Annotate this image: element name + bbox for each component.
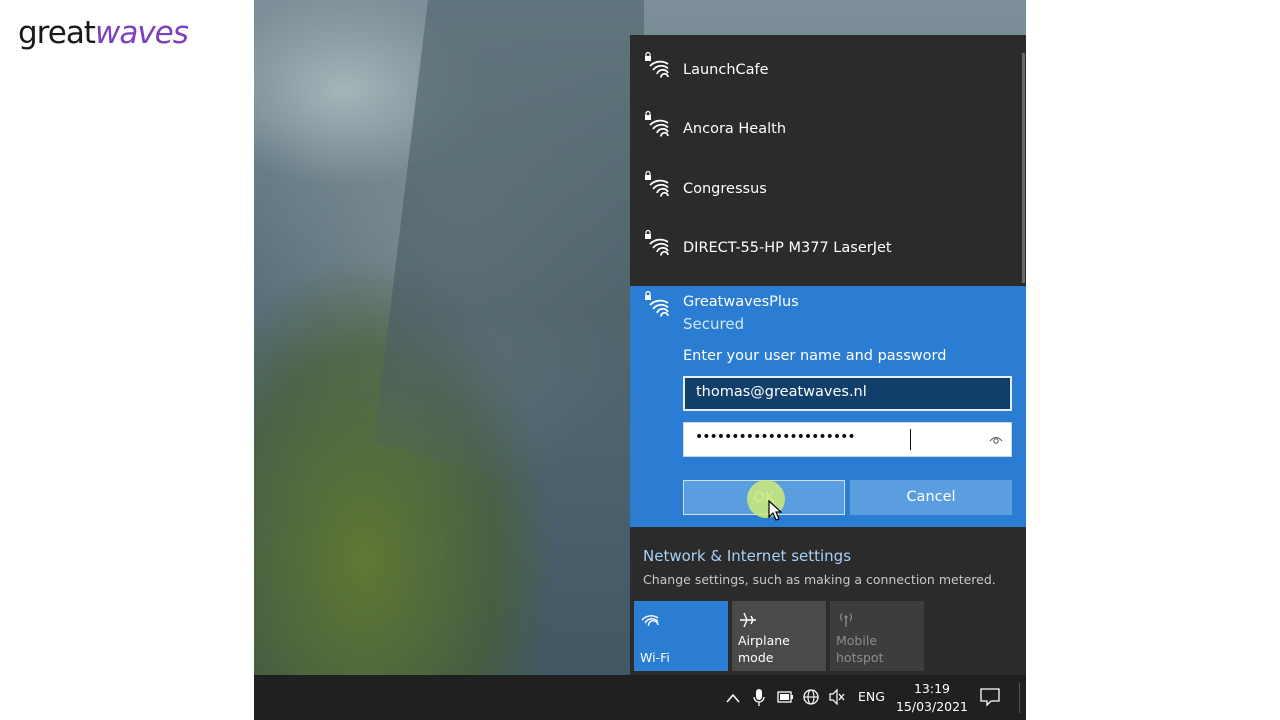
username-value: thomas@greatwaves.nl (696, 384, 867, 400)
taskbar: ENG 13:19 15/03/2021 (254, 675, 1026, 720)
password-value: •••••••••••••••••••••• (695, 429, 856, 445)
network-status: Secured (683, 315, 745, 333)
wifi-secured-icon (645, 52, 669, 78)
network-settings-link[interactable]: Network & Internet settings (643, 547, 851, 565)
network-name: DIRECT-55-HP M377 LaserJet (683, 240, 892, 256)
volume-muted-icon[interactable] (828, 675, 846, 720)
network-name: Congressus (683, 181, 767, 197)
network-settings-subtitle: Change settings, such as making a connec… (643, 572, 996, 587)
brand-logo-part1: great (18, 15, 96, 51)
wifi-secured-icon (645, 291, 669, 317)
wifi-secured-icon (645, 171, 669, 197)
wallpaper-cliff (374, 0, 644, 520)
quick-action-mobile-hotspot[interactable]: Mobile hotspot (830, 601, 924, 671)
network-item-direct-hp-laserjet[interactable]: DIRECT-55-HP M377 LaserJet (630, 213, 1022, 272)
reveal-password-icon[interactable] (989, 434, 1003, 446)
screen: greatwaves LaunchCafe Ancora Health Cong… (0, 0, 1280, 720)
password-field[interactable]: •••••••••••••••••••••• (683, 422, 1012, 457)
airplane-icon (740, 612, 756, 628)
network-globe-icon[interactable] (802, 675, 820, 720)
text-caret (910, 429, 911, 450)
network-name: LaunchCafe (683, 62, 769, 78)
wifi-flyout: LaunchCafe Ancora Health Congressus DIRE… (630, 35, 1026, 675)
system-clock[interactable]: 13:19 15/03/2021 (894, 680, 970, 716)
network-item-ancora-health[interactable]: Ancora Health (630, 94, 1022, 153)
cancel-button-label: Cancel (906, 489, 956, 505)
wifi-icon (641, 615, 659, 627)
notification-icon[interactable] (980, 687, 1000, 711)
brand-logo: greatwaves (18, 14, 189, 52)
wifi-secured-icon (645, 111, 669, 137)
quick-action-wifi[interactable]: Wi-Fi (634, 601, 728, 671)
chevron-up-icon[interactable] (724, 675, 742, 720)
quick-action-label: Airplane mode (738, 633, 790, 665)
username-field[interactable]: thomas@greatwaves.nl (683, 376, 1012, 411)
network-name: Ancora Health (683, 121, 787, 137)
network-item-launchcafe[interactable]: LaunchCafe (630, 35, 1022, 94)
network-item-greatwavesplus-selected[interactable]: GreatwavesPlus Secured Enter your user n… (630, 286, 1026, 527)
microphone-icon[interactable] (751, 675, 767, 720)
quick-action-label: Wi-Fi (640, 650, 670, 665)
network-name: GreatwavesPlus (683, 294, 799, 310)
wifi-secured-icon (645, 230, 669, 256)
language-indicator[interactable]: ENG (858, 689, 885, 704)
cancel-button[interactable]: Cancel (850, 480, 1012, 515)
credentials-prompt: Enter your user name and password (683, 348, 947, 364)
clock-date: 15/03/2021 (895, 699, 969, 714)
mouse-cursor-icon (768, 500, 783, 521)
quick-action-airplane-mode[interactable]: Airplane mode (732, 601, 826, 671)
battery-icon[interactable] (776, 675, 794, 720)
show-desktop-edge[interactable] (1019, 683, 1020, 713)
flyout-scrollbar[interactable] (1022, 53, 1025, 283)
brand-logo-part2: waves (94, 15, 189, 51)
hotspot-icon (840, 613, 852, 627)
clock-time: 13:19 (913, 681, 951, 696)
network-item-congressus[interactable]: Congressus (630, 154, 1022, 213)
quick-action-label: Mobile hotspot (836, 633, 884, 665)
